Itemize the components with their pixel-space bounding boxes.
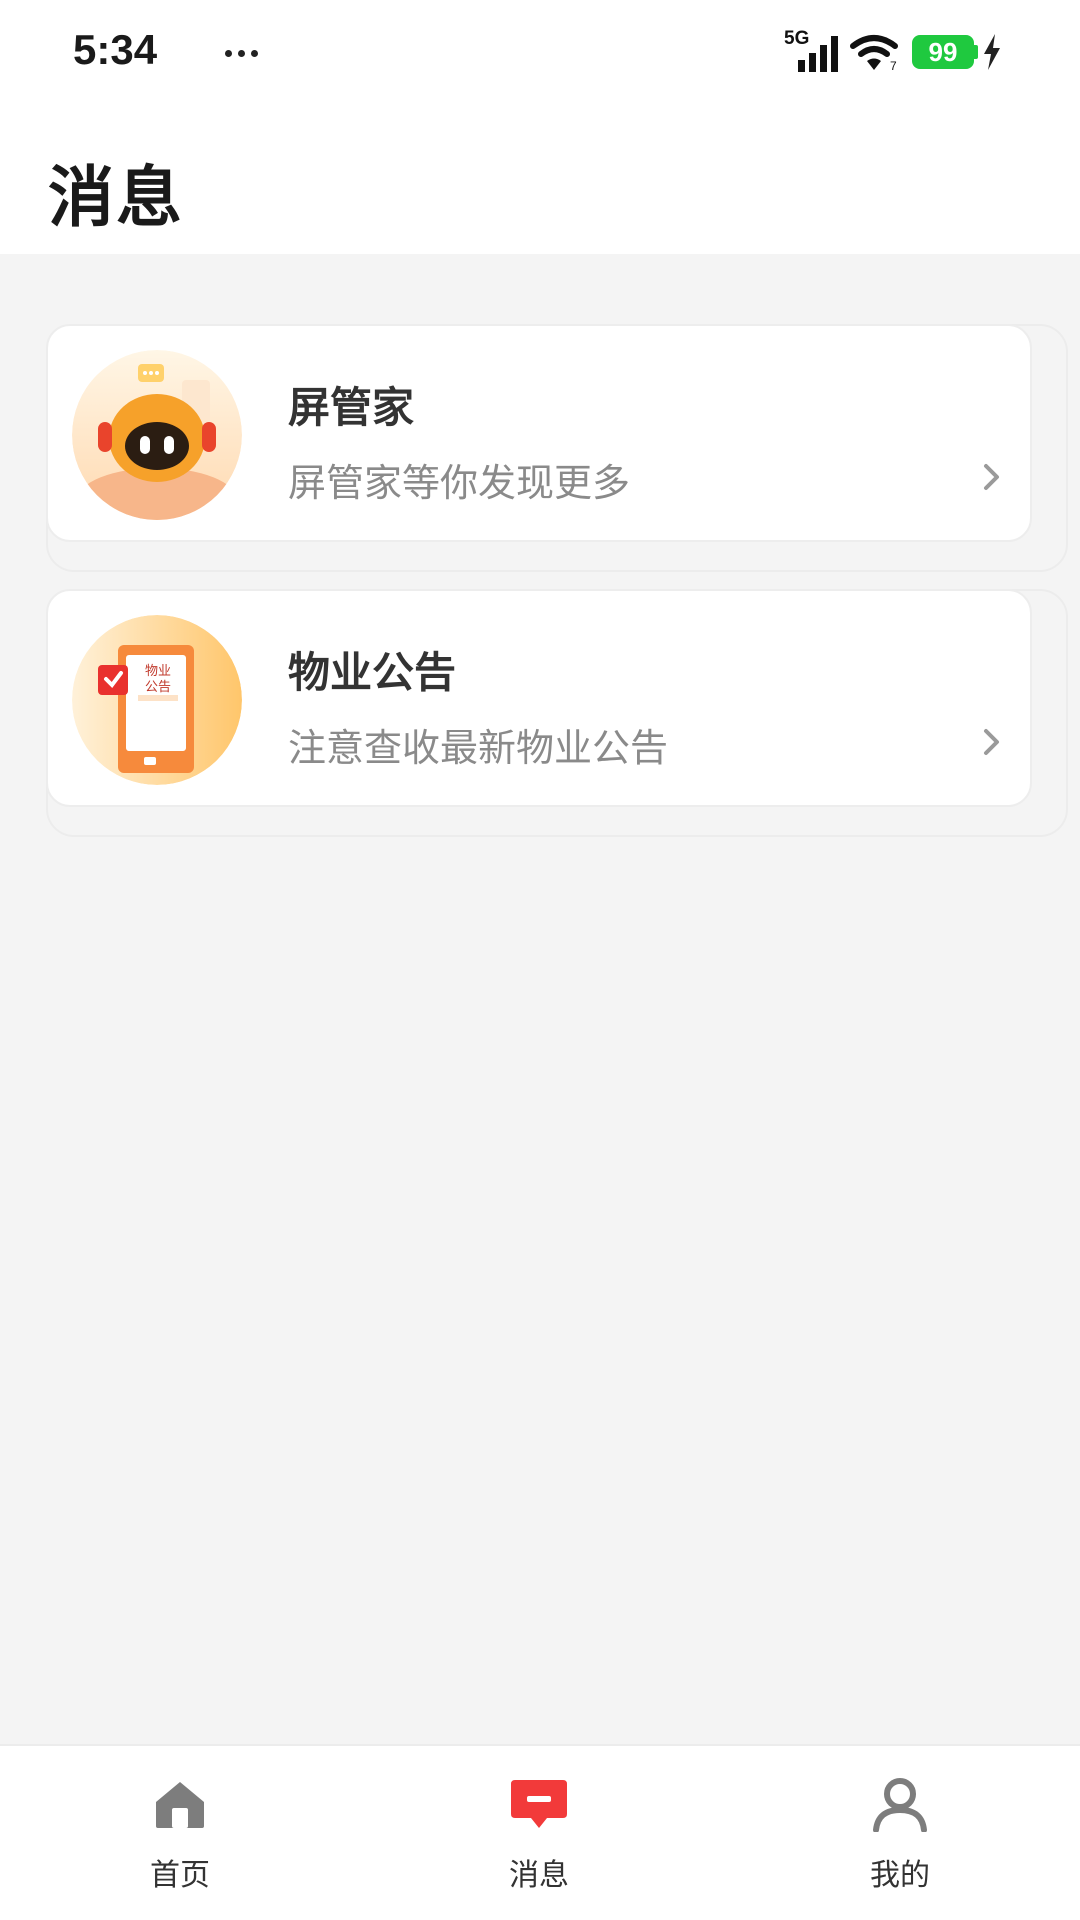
profile-icon [873, 1778, 927, 1832]
notice-avatar-icon: 物业 公告 [72, 615, 242, 785]
nav-item-messages[interactable]: 消息 [459, 1746, 619, 1920]
battery-cap [974, 45, 978, 59]
message-icon [511, 1780, 567, 1828]
signal-icon [798, 36, 838, 72]
message-card[interactable]: 物业 公告 物业公告 注意查收最新物业公告 [46, 589, 1032, 807]
message-subtitle: 屏管家等你发现更多 [288, 461, 631, 505]
bottom-nav: 首页 消息 我的 [0, 1744, 1080, 1920]
header: 消息 [0, 108, 1080, 254]
more-dots-icon [225, 50, 259, 58]
svg-text:7: 7 [890, 59, 897, 72]
nav-label: 消息 [509, 1858, 569, 1893]
chevron-right-icon [984, 729, 999, 755]
robot-avatar-icon [72, 350, 242, 520]
battery-icon: 99 [912, 35, 974, 69]
message-card[interactable]: 屏管家 屏管家等你发现更多 [46, 324, 1032, 542]
nav-label: 首页 [150, 1858, 210, 1893]
charging-icon [984, 34, 1000, 70]
status-time: 5:34 [73, 26, 158, 73]
notice-icon-text-1: 物业 [145, 664, 171, 679]
nav-label: 我的 [870, 1858, 930, 1893]
notice-icon-text-2: 公告 [145, 680, 171, 695]
nav-item-home[interactable]: 首页 [100, 1746, 260, 1920]
message-subtitle: 注意查收最新物业公告 [288, 726, 669, 770]
home-icon [156, 1782, 204, 1828]
chevron-right-icon [984, 464, 999, 490]
page-title: 消息 [48, 159, 184, 236]
message-title: 屏管家 [288, 383, 415, 432]
nav-item-profile[interactable]: 我的 [820, 1746, 980, 1920]
wifi-icon: 7 [850, 35, 898, 72]
status-bar: 5:34 5G 7 99 [0, 0, 1080, 108]
messages-screen: 5:34 5G 7 99 消息 屏管家 屏管家等你发现更多 物业 公告 物业公告… [0, 0, 1080, 1920]
message-title: 物业公告 [288, 648, 457, 697]
